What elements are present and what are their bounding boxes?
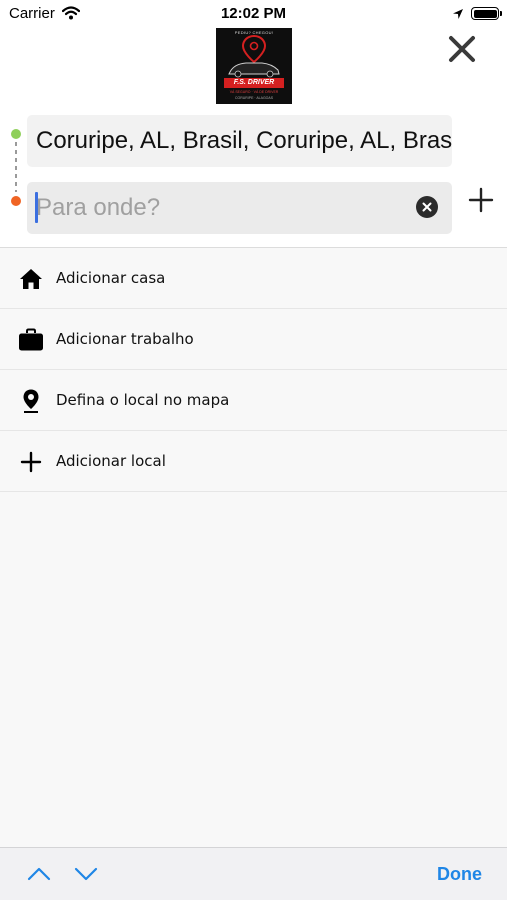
- done-button[interactable]: Done: [437, 864, 482, 885]
- close-button[interactable]: [447, 34, 477, 64]
- list-item-add-work[interactable]: Adicionar trabalho: [0, 309, 507, 370]
- clear-icon: [422, 202, 432, 212]
- destination-input[interactable]: [36, 189, 406, 227]
- list-item-set-on-map[interactable]: Defina o local no mapa: [0, 370, 507, 431]
- close-icon: [449, 36, 475, 62]
- list-item-label: Adicionar casa: [56, 269, 166, 287]
- clear-button[interactable]: [416, 196, 438, 218]
- plus-icon: [468, 187, 494, 213]
- chevron-down-icon: [74, 867, 98, 881]
- logo-name: F.S. DRIVER: [224, 78, 284, 88]
- briefcase-icon: [18, 327, 44, 353]
- app-logo: PEDIU? CHEGOU! F.S. DRIVER VÁ SEGURO · V…: [216, 28, 292, 104]
- destination-dot: [11, 196, 21, 206]
- list-item-label: Defina o local no mapa: [56, 391, 230, 409]
- map-pin-icon: [18, 388, 44, 414]
- status-bar: Carrier 12:02 PM: [0, 0, 507, 28]
- location-arrow-icon: [452, 7, 464, 25]
- route-connector: [15, 142, 17, 192]
- chevron-up-icon: [27, 867, 51, 881]
- home-icon: [18, 266, 44, 292]
- next-field-button[interactable]: [73, 864, 99, 884]
- plus-icon: [18, 449, 44, 475]
- previous-field-button[interactable]: [26, 864, 52, 884]
- logo-sub-text: CORURIPE · ALAGOAS: [234, 96, 274, 100]
- destination-field[interactable]: [27, 182, 452, 234]
- logo-top-text: PEDIU? CHEGOU!: [234, 30, 274, 35]
- origin-dot: [11, 129, 21, 139]
- list-item-add-home[interactable]: Adicionar casa: [0, 248, 507, 309]
- battery-icon: [471, 7, 502, 20]
- keyboard-toolbar: Done: [0, 847, 507, 900]
- status-time: 12:02 PM: [220, 5, 287, 22]
- logo-tagline: VÁ SEGURO · VÁ DE DRIVER: [229, 90, 279, 94]
- shortcut-list: Adicionar casa Adicionar trabalho Defina…: [0, 247, 507, 847]
- origin-value: Coruripe, AL, Brasil, Coruripe, AL, Bras…: [36, 127, 452, 154]
- origin-field[interactable]: Coruripe, AL, Brasil, Coruripe, AL, Bras…: [27, 115, 452, 167]
- list-item-label: Adicionar local: [56, 452, 166, 470]
- list-item-label: Adicionar trabalho: [56, 330, 194, 348]
- list-item-add-place[interactable]: Adicionar local: [0, 431, 507, 492]
- add-stop-button[interactable]: [467, 186, 495, 214]
